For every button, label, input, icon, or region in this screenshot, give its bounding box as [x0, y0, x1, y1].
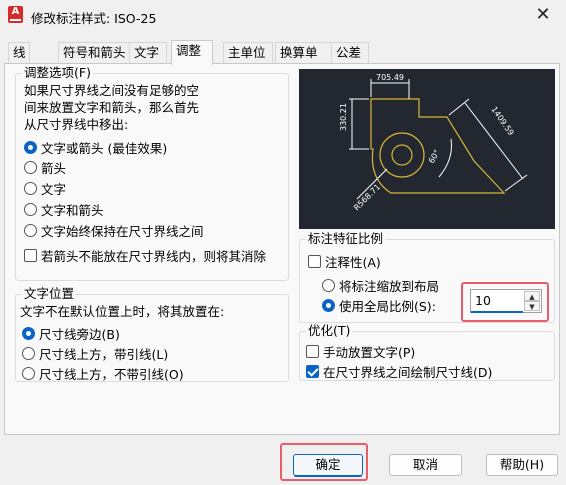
- radio-dot: [322, 279, 335, 292]
- text-placement-desc: 文字不在默认位置上时，将其放置在:: [20, 304, 225, 319]
- checkbox-label: 手动放置文字(P): [323, 345, 416, 360]
- checkbox-label: 在尺寸界线之间绘制尺寸线(D): [323, 365, 493, 380]
- radio-over-dim-line-with-leader[interactable]: 尺寸线上方，带引线(L): [22, 344, 168, 363]
- tab-fit[interactable]: 调整: [171, 40, 213, 65]
- spin-up-icon[interactable]: ▲: [524, 291, 540, 301]
- radio-use-overall-scale[interactable]: 使用全局比例(S):: [322, 296, 436, 315]
- fine-tuning-title: 优化(T): [306, 323, 353, 338]
- radio-label: 文字和箭头: [41, 203, 104, 218]
- checkbox-box: [306, 365, 319, 378]
- radio-label: 文字: [41, 182, 67, 197]
- radio-label: 尺寸线旁边(B): [39, 327, 120, 342]
- fine-tuning-group: 优化(T) 手动放置文字(P) 在尺寸界线之间绘制尺寸线(D): [299, 324, 555, 381]
- radio-label: 文字始终保持在尺寸界线之间: [41, 224, 204, 239]
- radio-text-or-arrows[interactable]: 文字或箭头 (最佳效果): [24, 138, 167, 157]
- overall-scale-value[interactable]: 10: [475, 293, 491, 308]
- radio-label: 尺寸线上方，带引线(L): [39, 347, 169, 362]
- overall-scale-spinner[interactable]: 10 ▲ ▼: [470, 289, 542, 313]
- checkbox-draw-dim-line[interactable]: 在尺寸界线之间绘制尺寸线(D): [306, 362, 492, 381]
- radio-arrows[interactable]: 箭头: [24, 158, 66, 177]
- fit-options-title: 调整选项(F): [22, 65, 93, 80]
- dimension-preview: 705.49 330.21 1409.59 60° R568.71: [299, 69, 555, 229]
- radio-dot: [22, 347, 35, 360]
- preview-dim-radius: R568.71: [352, 182, 382, 212]
- tab-alternate-units[interactable]: 换算单位: [275, 42, 333, 80]
- tab-panel-fit: 调整选项(F) 如果尺寸界线之间没有足够的空 间来放置文字和箭头，那么首先 从尺…: [4, 63, 560, 435]
- radio-dot: [24, 224, 37, 237]
- preview-dim-left: 330.21: [339, 103, 348, 131]
- checkbox-manual-text[interactable]: 手动放置文字(P): [306, 342, 415, 361]
- tab-symbols-arrows[interactable]: 符号和箭头: [58, 42, 133, 64]
- radio-text[interactable]: 文字: [24, 179, 66, 198]
- tab-text[interactable]: 文字: [129, 42, 167, 64]
- radio-beside-dim-line[interactable]: 尺寸线旁边(B): [22, 324, 120, 343]
- radio-label: 将标注缩放到布局: [339, 279, 440, 294]
- checkbox-box: [308, 255, 321, 268]
- preview-dim-right: 1409.59: [489, 105, 515, 137]
- tab-tolerances[interactable]: 公差: [331, 42, 369, 64]
- title-bar: A 修改标注样式: ISO-25 ✕: [0, 0, 566, 32]
- checkbox-label: 若箭头不能放在尺寸界线内，则将其消除: [41, 249, 267, 264]
- radio-label: 箭头: [41, 161, 67, 176]
- preview-dim-angle: 60°: [427, 148, 442, 165]
- preview-drawing: 705.49 330.21 1409.59 60° R568.71: [339, 73, 528, 212]
- spin-down-icon[interactable]: ▼: [524, 301, 540, 311]
- radio-over-dim-line-without-leader[interactable]: 尺寸线上方，不带引线(O): [22, 364, 184, 383]
- radio-dot: [322, 299, 335, 312]
- radio-dot: [22, 327, 35, 340]
- radio-label: 使用全局比例(S):: [339, 299, 436, 314]
- checkbox-box: [306, 345, 319, 358]
- preview-arc: [379, 132, 425, 178]
- fit-options-desc-line-1: 如果尺寸界线之间没有足够的空: [24, 83, 200, 98]
- preview-hole: [391, 144, 413, 166]
- radio-dot: [24, 182, 37, 195]
- radio-label: 尺寸线上方，不带引线(O): [39, 367, 184, 382]
- radio-text-always-between[interactable]: 文字始终保持在尺寸界线之间: [24, 221, 204, 240]
- checkbox-box: [24, 249, 37, 262]
- spinner-focus-underline: [471, 311, 523, 313]
- help-button[interactable]: 帮助(H): [486, 454, 558, 476]
- autocad-app-icon: A: [8, 6, 23, 23]
- radio-dot: [22, 367, 35, 380]
- checkbox-label: 注释性(A): [325, 255, 381, 270]
- cancel-button[interactable]: 取消: [389, 454, 462, 476]
- radio-label: 文字或箭头 (最佳效果): [41, 141, 168, 156]
- ok-button[interactable]: 确定: [293, 454, 363, 477]
- radio-dot: [24, 141, 37, 154]
- scale-features-title: 标注特征比例: [306, 231, 386, 246]
- fit-options-desc-line-3: 从尺寸界线中移出:: [24, 117, 129, 132]
- tab-strip: 线 符号和箭头 文字 调整 主单位 换算单位 公差: [4, 40, 560, 80]
- fit-options-group: 调整选项(F) 如果尺寸界线之间没有足够的空 间来放置文字和箭头，那么首先 从尺…: [15, 66, 289, 281]
- checkbox-annotative[interactable]: 注释性(A): [308, 252, 381, 271]
- window-title: 修改标注样式: ISO-25: [31, 11, 157, 26]
- tab-primary-units[interactable]: 主单位: [223, 42, 273, 64]
- text-placement-group: 文字位置 文字不在默认位置上时，将其放置在: 尺寸线旁边(B) 尺寸线上方，带引…: [15, 287, 289, 383]
- radio-dot: [24, 161, 37, 174]
- preview-dimensions: [349, 79, 528, 200]
- preview-dim-top: 705.49: [376, 73, 404, 82]
- radio-text-and-arrows[interactable]: 文字和箭头: [24, 200, 104, 219]
- fit-options-desc-line-2: 间来放置文字和箭头，那么首先: [24, 100, 200, 115]
- preview-part-outline: [370, 98, 506, 194]
- checkbox-suppress-arrows[interactable]: 若箭头不能放在尺寸界线内，则将其消除: [24, 246, 266, 265]
- text-placement-title: 文字位置: [22, 286, 77, 301]
- radio-scale-to-layout[interactable]: 将标注缩放到布局: [322, 276, 439, 295]
- tab-lines[interactable]: 线: [8, 42, 30, 64]
- radio-dot: [24, 203, 37, 216]
- spinner-buttons: ▲ ▼: [524, 291, 540, 311]
- close-icon[interactable]: ✕: [532, 4, 554, 26]
